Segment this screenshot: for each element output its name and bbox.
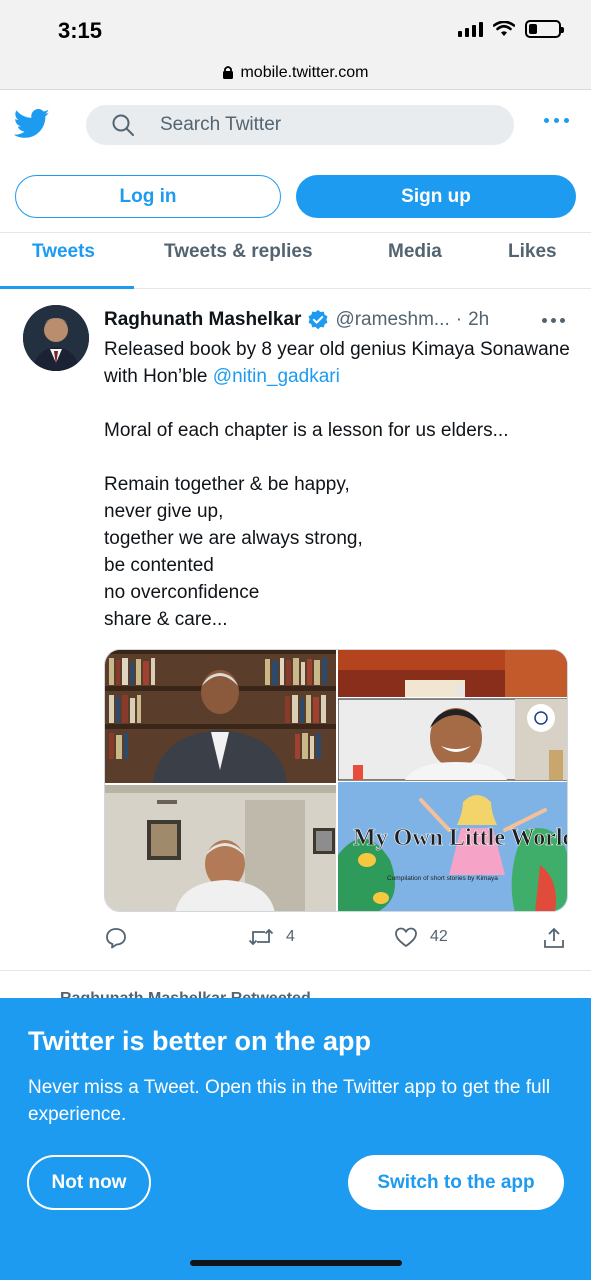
book-cover[interactable]: My Own Little World. Compilation of shor…	[338, 782, 568, 912]
tweet-actions: 4 42	[104, 926, 574, 956]
browser-url: mobile.twitter.com	[240, 63, 369, 81]
reply-icon	[106, 928, 126, 949]
top-header: Search Twitter	[0, 90, 591, 162]
video-tile-gadkari[interactable]	[337, 698, 568, 781]
book-cover-title: My Own Little World.	[353, 825, 568, 851]
video-tile-event[interactable]	[338, 650, 568, 697]
tweet-time[interactable]: 2h	[468, 309, 489, 331]
video-tile-bookshelf[interactable]	[105, 650, 336, 783]
browser-url-bar[interactable]: mobile.twitter.com	[0, 56, 591, 90]
more-options-icon[interactable]	[544, 118, 569, 123]
search-placeholder: Search Twitter	[160, 114, 282, 135]
tweet-divider	[0, 970, 591, 971]
tab-media[interactable]: Media	[388, 241, 442, 263]
battery-icon	[525, 20, 564, 38]
avatar[interactable]	[23, 305, 89, 371]
share-icon	[544, 927, 564, 948]
like-button[interactable]: 42	[394, 926, 448, 948]
retweet-icon	[248, 928, 274, 946]
login-button[interactable]: Log in	[15, 175, 281, 218]
like-count: 42	[430, 928, 448, 945]
tab-tweets-replies[interactable]: Tweets & replies	[164, 241, 313, 263]
home-indicator[interactable]	[190, 1260, 402, 1266]
verified-badge-icon	[308, 310, 328, 330]
share-button[interactable]	[542, 926, 566, 950]
status-time: 3:15	[58, 18, 103, 43]
heart-icon	[395, 927, 417, 947]
tab-likes[interactable]: Likes	[508, 241, 557, 263]
banner-text: Never miss a Tweet. Open this in the Twi…	[28, 1077, 551, 1125]
retweet-count: 4	[286, 928, 295, 945]
time-separator: ·	[455, 309, 463, 330]
active-tab-indicator	[0, 286, 134, 289]
search-input[interactable]: Search Twitter	[86, 105, 514, 145]
tab-tweets[interactable]: Tweets	[32, 241, 95, 263]
author-name[interactable]: Raghunath Mashelkar	[104, 309, 301, 331]
retweet-button[interactable]: 4	[248, 926, 295, 948]
switch-to-app-button[interactable]: Switch to the app	[348, 1155, 564, 1210]
not-now-button[interactable]: Not now	[27, 1155, 151, 1210]
wifi-icon	[493, 21, 515, 36]
book-cover-subtitle: Compilation of short stories by Kimaya	[387, 875, 498, 882]
status-bar: 3:15	[0, 0, 591, 56]
status-icons	[458, 20, 564, 38]
app-promo-banner: Twitter is better on the app Never miss …	[0, 998, 591, 1280]
tweet-text-body: Moral of each chapter is a lesson for us…	[104, 420, 509, 630]
reply-button[interactable]	[104, 926, 128, 950]
video-tile-home-office[interactable]	[105, 785, 336, 912]
twitter-logo-icon[interactable]	[14, 108, 50, 140]
tweet-text: Released book by 8 year old genius Kimay…	[104, 336, 574, 633]
banner-title: Twitter is better on the app	[28, 1026, 372, 1056]
signup-button[interactable]: Sign up	[296, 175, 576, 218]
search-icon	[112, 114, 134, 136]
author-handle[interactable]: @rameshm...	[335, 309, 449, 331]
mention-link[interactable]: @nitin_gadkari	[213, 366, 340, 387]
profile-tabs: Tweets Tweets & replies Media Likes	[0, 232, 591, 289]
tweet-more-icon[interactable]	[542, 318, 565, 323]
tweet-media-grid[interactable]: My Own Little World. Compilation of shor…	[104, 649, 568, 912]
cellular-signal-icon	[458, 21, 483, 37]
tweet-header: Raghunath Mashelkar @rameshm... · 2h	[104, 306, 574, 334]
lock-icon	[223, 66, 234, 79]
